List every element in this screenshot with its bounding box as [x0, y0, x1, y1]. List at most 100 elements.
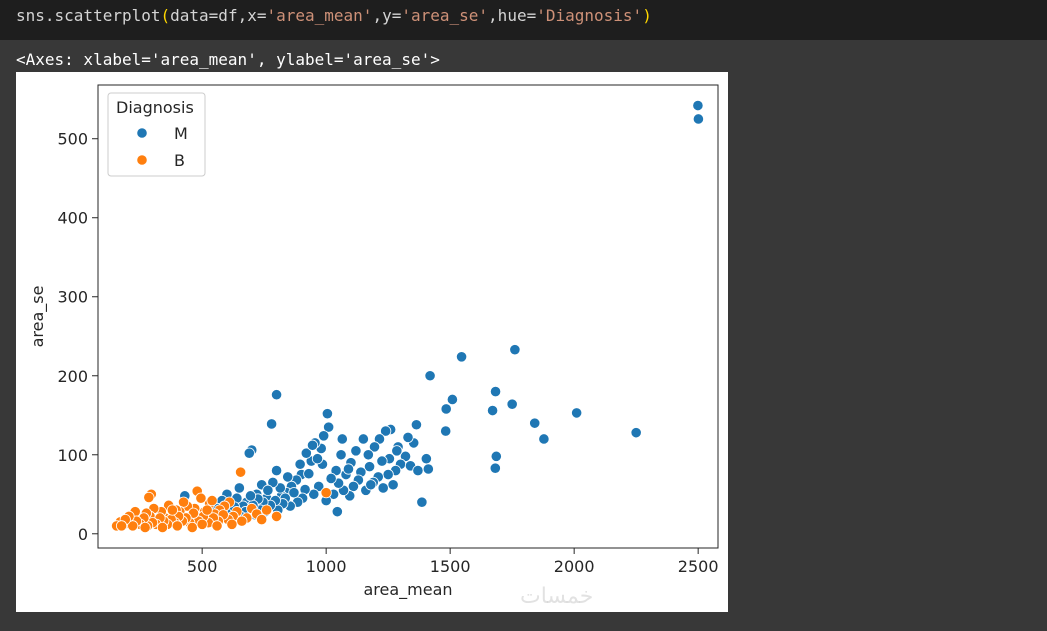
data-point-M: [376, 455, 388, 467]
data-point-M: [391, 445, 403, 457]
y-tick-label: 200: [57, 367, 88, 386]
data-point-B: [201, 504, 213, 516]
data-point-B: [235, 466, 247, 478]
data-point-M: [335, 449, 347, 461]
x-tick-label: 2500: [678, 557, 719, 576]
x-tick-label: 1500: [430, 557, 471, 576]
data-point-B: [186, 521, 198, 534]
data-point-M: [342, 463, 355, 475]
data-point-B: [177, 496, 190, 508]
data-point-M: [270, 464, 283, 477]
code-cell[interactable]: sns.scatterplot(data=df,x='area_mean',y=…: [0, 0, 1047, 40]
data-point-M: [529, 417, 541, 429]
data-point-M: [446, 393, 458, 406]
data-point-B: [211, 520, 223, 532]
data-point-M: [692, 99, 704, 112]
data-point-B: [143, 491, 155, 504]
output-repr: <Axes: xlabel='area_mean', ylabel='area_…: [16, 50, 440, 69]
data-point-M: [455, 351, 468, 363]
code-function: sns.scatterplot: [16, 6, 161, 25]
data-point-M: [489, 385, 502, 398]
data-point-M: [420, 453, 432, 465]
code-string-x: 'area_mean': [266, 6, 373, 25]
data-point-M: [362, 449, 374, 461]
data-point-M: [303, 468, 315, 480]
data-point-M: [424, 370, 436, 382]
data-point-M: [387, 479, 399, 491]
data-point-B: [256, 513, 268, 526]
data-point-M: [630, 427, 642, 439]
data-point-B: [156, 521, 169, 534]
data-point-M: [440, 425, 452, 437]
watermark: خمسات: [520, 584, 594, 609]
code-string-y: 'area_se': [401, 6, 489, 25]
data-point-M: [489, 462, 501, 474]
data-point-M: [331, 506, 343, 518]
data-point-M: [440, 403, 452, 415]
data-point-M: [377, 482, 389, 494]
data-point-M: [262, 484, 274, 496]
scatter-chart: 500 1000 1500 2000 2500 0 100 200 300 400 500 area_…: [28, 84, 719, 600]
legend-marker-B: [136, 154, 148, 166]
data-point-M: [282, 471, 294, 483]
y-tick-label: 500: [57, 130, 88, 149]
legend-title: Diagnosis: [116, 98, 194, 117]
data-point-B: [206, 494, 218, 507]
x-axis-label: area_mean: [363, 580, 452, 600]
data-point-B: [261, 504, 273, 516]
code-paren-open: (: [160, 6, 171, 25]
data-point-B: [196, 518, 208, 530]
data-point-M: [336, 433, 348, 445]
data-point-M: [325, 472, 337, 485]
code-arg-hue: ,hue=: [488, 6, 537, 25]
y-tick-label: 100: [57, 446, 88, 465]
code-string-hue: 'Diagnosis': [536, 6, 643, 25]
data-point-B: [236, 515, 248, 527]
code-arg-data: data=df,x=: [170, 6, 267, 25]
data-point-M: [410, 419, 423, 431]
data-point-M: [244, 490, 257, 502]
data-point-M: [486, 404, 499, 417]
legend-label-M: M: [174, 124, 188, 143]
legend-label-B: B: [174, 151, 185, 170]
data-point-B: [195, 492, 207, 504]
data-point-M: [243, 447, 255, 459]
data-point-M: [266, 418, 278, 430]
data-point-B: [270, 510, 283, 522]
data-point-M: [538, 433, 550, 445]
data-point-M: [270, 389, 283, 401]
y-tick-label: 0: [78, 525, 88, 544]
y-tick-label: 400: [57, 209, 88, 228]
data-point-M: [422, 463, 434, 475]
data-point-B: [226, 518, 238, 530]
data-point-B: [320, 487, 332, 499]
data-point-M: [233, 482, 245, 494]
code-paren-close: ): [642, 6, 652, 25]
data-point-M: [318, 430, 330, 442]
x-tick-label: 2000: [554, 557, 595, 576]
data-point-M: [692, 113, 705, 125]
x-tick-label: 1000: [306, 557, 347, 576]
data-point-B: [139, 521, 151, 534]
data-point-M: [412, 464, 424, 477]
data-point-M: [365, 479, 377, 491]
data-point-M: [321, 408, 333, 420]
data-point-B: [115, 520, 128, 532]
data-point-M: [382, 468, 394, 481]
data-point-M: [506, 398, 518, 410]
data-point-M: [571, 407, 583, 419]
data-point-M: [402, 431, 414, 443]
y-axis-label: area_se: [28, 286, 48, 348]
data-point-M: [347, 480, 360, 492]
plot-figure: 500 1000 1500 2000 2500 0 100 200 300 400 500 area_…: [16, 72, 728, 612]
legend-marker-M: [136, 127, 148, 139]
data-point-M: [311, 453, 324, 465]
data-point-M: [357, 433, 369, 445]
data-point-M: [350, 445, 362, 457]
data-point-M: [294, 458, 306, 470]
data-point-B: [171, 520, 183, 532]
y-tick-label: 300: [57, 288, 88, 307]
data-point-M: [509, 344, 521, 356]
data-point-M: [306, 439, 319, 451]
code-arg-y: ,y=: [372, 6, 402, 25]
